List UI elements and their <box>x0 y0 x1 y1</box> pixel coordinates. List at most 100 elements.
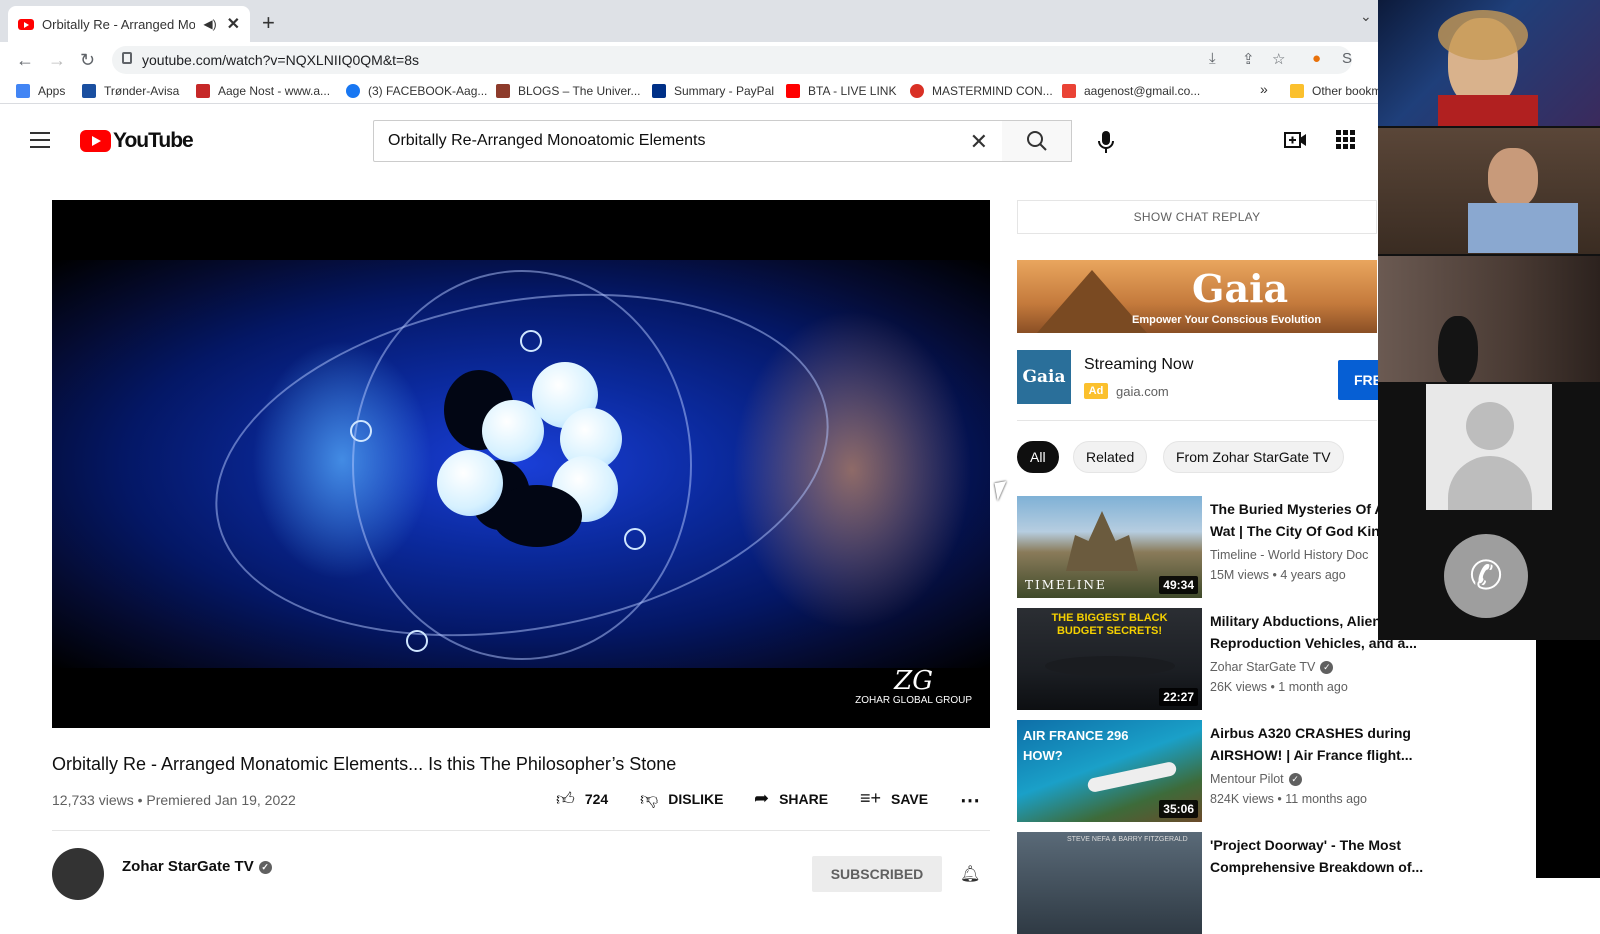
channel-watermark: ZG ZOHAR GLOBAL GROUP <box>855 667 972 706</box>
youtube-logo[interactable]: YouTube <box>80 129 194 153</box>
youtube-logo-text: YouTube <box>113 129 194 152</box>
duration-badge: 35:06 <box>1159 800 1198 818</box>
save-button[interactable]: ≡+ SAVE <box>860 788 928 809</box>
show-chat-replay-button[interactable]: SHOW CHAT REPLAY <box>1017 200 1377 234</box>
share-button[interactable]: ➦ SHARE <box>754 788 828 809</box>
duration-badge: 22:27 <box>1159 688 1198 706</box>
notification-bell-icon[interactable]: 🔔︎ <box>960 864 980 884</box>
search-icon <box>1027 131 1047 151</box>
participant-face <box>1488 148 1538 208</box>
pyramid-graphic <box>1037 270 1147 333</box>
participant-silhouette <box>1438 316 1478 382</box>
search-button[interactable] <box>1002 120 1072 162</box>
browser-tabstrip: Orbitally Re - Arranged Mon ◀) ✕ + ⌄ <box>0 0 1600 42</box>
bookmark-aage[interactable]: Aage Nost - www.a... <box>196 84 330 98</box>
mouse-cursor-icon <box>994 481 1010 501</box>
apps-grid-icon[interactable] <box>1336 130 1356 156</box>
bookmarks-overflow-icon[interactable]: » <box>1260 81 1268 97</box>
blog-icon <box>496 84 510 98</box>
phone-icon[interactable]: ✆ <box>1444 534 1528 618</box>
bookmark-blogs[interactable]: BLOGS – The Univer... <box>496 84 641 98</box>
reload-icon[interactable]: ↻ <box>80 50 95 71</box>
close-tab-icon[interactable]: ✕ <box>227 14 240 34</box>
participant-hair <box>1438 10 1528 60</box>
forward-icon[interactable]: → <box>48 50 66 71</box>
recommendation-title: 'Project Doorway' - The Most Comprehensi… <box>1210 837 1424 875</box>
avatar-body-icon <box>1448 456 1532 510</box>
tab-search-chevron-icon[interactable]: ⌄ <box>1360 8 1372 25</box>
chip-all[interactable]: All <box>1017 441 1059 473</box>
new-tab-icon[interactable]: + <box>262 10 275 36</box>
extension-icon[interactable]: ● <box>1312 50 1321 67</box>
voice-search-button[interactable] <box>1088 124 1124 160</box>
video-thumbnail[interactable]: TIMELINE 49:34 <box>1017 496 1202 598</box>
install-icon[interactable]: ⤓ <box>1209 50 1216 67</box>
thumb-caption: STEVE NEFA & BARRY FITZGERALD <box>1067 836 1188 843</box>
recommendation-channel-row: Zohar StarGate TV ✓ <box>1210 660 1334 675</box>
speaker-icon[interactable]: ◀) <box>203 17 216 31</box>
video-thumbnail[interactable]: STEVE NEFA & BARRY FITZGERALD <box>1017 832 1202 934</box>
participant-tile-2[interactable] <box>1378 128 1600 254</box>
ad-logo[interactable]: Gaia <box>1017 350 1071 404</box>
black-region <box>1536 640 1600 878</box>
more-actions-icon[interactable]: ⋯ <box>960 788 980 813</box>
channel-avatar[interactable] <box>52 848 104 900</box>
paypal-icon <box>652 84 666 98</box>
participant-tile-3[interactable] <box>1378 256 1600 382</box>
search-input[interactable] <box>388 132 948 150</box>
video-thumbnail[interactable]: AIR FRANCE 296 HOW? 35:06 <box>1017 720 1202 822</box>
bookmark-facebook[interactable]: (3) FACEBOOK-Aag... <box>346 84 487 98</box>
menu-icon[interactable] <box>30 132 50 153</box>
video-title: Orbitally Re - Arranged Monatomic Elemen… <box>52 754 677 774</box>
bookmark-mastermind[interactable]: MASTERMIND CON... <box>910 84 1053 98</box>
verified-check-icon: ✓ <box>1320 661 1334 675</box>
s-logo-icon <box>196 84 210 98</box>
youtube-icon <box>786 84 800 98</box>
participant-tile-1[interactable] <box>1378 0 1600 126</box>
participant-tile-5[interactable]: ✆ <box>1426 512 1552 638</box>
bookmark-bta[interactable]: BTA - LIVE LINK <box>786 84 896 98</box>
bubble-ring <box>350 420 372 442</box>
extension-s-icon[interactable]: S <box>1342 50 1352 67</box>
bookmark-star-icon[interactable]: ☆ <box>1272 50 1285 68</box>
participant-tile-4[interactable] <box>1426 384 1552 510</box>
recommendation-meta: 824K views • 11 months ago <box>1210 792 1368 806</box>
orbit-ring <box>188 248 856 682</box>
bookmark-gmail[interactable]: aagenost@gmail.co... <box>1062 84 1200 98</box>
chip-related[interactable]: Related <box>1073 441 1148 473</box>
bookmark-other[interactable]: Other bookm <box>1290 84 1381 98</box>
thumb-caption: AIR FRANCE 296 HOW? <box>1023 728 1129 763</box>
address-bar[interactable]: youtube.com/watch?v=NQXLNIIQ0QM&t=8s ⤓ ⇪… <box>112 46 1352 74</box>
back-icon[interactable]: ← <box>16 50 34 71</box>
bookmark-paypal[interactable]: Summary - PayPal <box>652 84 774 98</box>
create-video-icon[interactable] <box>1284 130 1308 156</box>
chip-from-channel[interactable]: From Zohar StarGate TV <box>1163 441 1344 473</box>
video-player[interactable]: ZG ZOHAR GLOBAL GROUP <box>52 200 990 728</box>
recommendation-channel: Mentour Pilot <box>1210 772 1284 786</box>
ad-banner[interactable]: Gaia Empower Your Conscious Evolution <box>1017 260 1377 333</box>
channel-name-row[interactable]: Zohar StarGate TV ✓ <box>122 858 272 875</box>
watermark-text: ZOHAR GLOBAL GROUP <box>855 695 972 706</box>
zohar-logo-icon: ZG <box>894 666 933 696</box>
dislike-button[interactable]: 👎︎ DISLIKE <box>640 788 724 810</box>
avatar-head-icon <box>1466 402 1514 450</box>
participant-shirt <box>1438 95 1538 126</box>
video-thumbnail[interactable]: THE BIGGEST BLACK BUDGET SECRETS! 22:27 <box>1017 608 1202 710</box>
bookmarks-bar: Apps Trønder-Avisa Aage Nost - www.a... … <box>0 78 1600 104</box>
recommendation-meta: 15M views • 4 years ago <box>1210 568 1346 582</box>
bookmark-apps[interactable]: Apps <box>16 84 65 98</box>
youtube-play-icon <box>80 130 111 152</box>
atom-sphere <box>482 400 544 462</box>
atom-shadow <box>492 485 582 547</box>
browser-tab-active[interactable]: Orbitally Re - Arranged Mon ◀) ✕ <box>8 6 250 42</box>
recommendation-item[interactable]: STEVE NEFA & BARRY FITZGERALD 'Project D… <box>1017 832 1517 934</box>
bookmark-tronder[interactable]: Trønder-Avisa <box>82 84 179 98</box>
share-page-icon[interactable]: ⇪ <box>1242 50 1255 68</box>
like-button[interactable]: 👍︎ 724 <box>556 788 608 810</box>
recommendation-item[interactable]: AIR FRANCE 296 HOW? 35:06 Airbus A320 CR… <box>1017 720 1517 822</box>
ad-title[interactable]: Streaming Now <box>1084 356 1193 374</box>
tronder-icon <box>82 84 96 98</box>
subscribe-button[interactable]: SUBSCRIBED <box>812 856 942 892</box>
verified-check-icon: ✓ <box>258 860 272 874</box>
clear-search-icon[interactable]: ✕ <box>970 129 988 155</box>
